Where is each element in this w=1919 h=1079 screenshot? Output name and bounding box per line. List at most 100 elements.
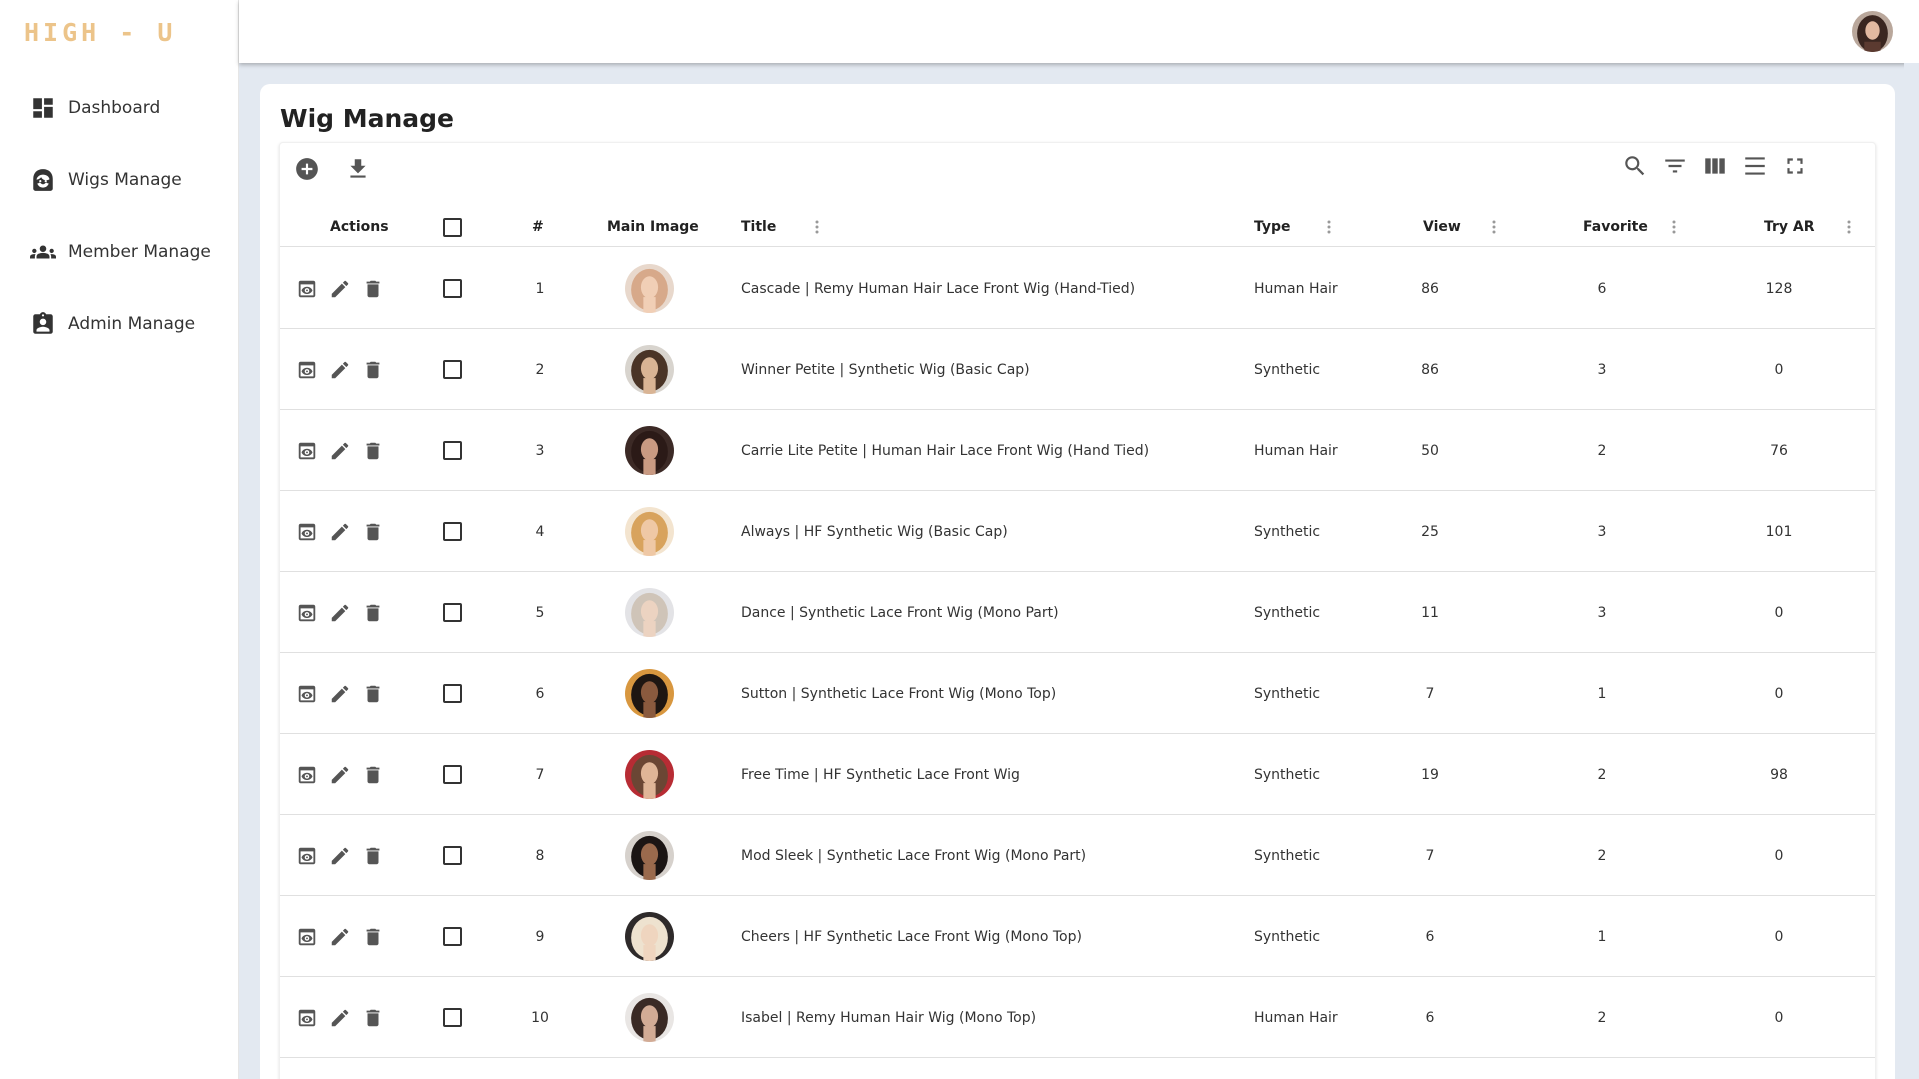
row-type: Human Hair [1254,280,1338,297]
row-actions [294,572,386,653]
delete-button[interactable] [360,600,386,626]
row-checkbox[interactable] [443,441,462,460]
wig-thumbnail[interactable] [625,264,674,313]
edit-button[interactable] [327,1005,353,1031]
favorite-column-menu[interactable] [1667,217,1681,237]
header-main-image[interactable]: Main Image [607,217,699,237]
header-try-ar[interactable]: Try AR [1764,217,1815,237]
delete-button[interactable] [360,762,386,788]
preview-eye-icon [298,442,316,459]
wig-thumbnail[interactable] [625,345,674,394]
view-column-menu[interactable] [1487,217,1501,237]
edit-button[interactable] [327,519,353,545]
preview-eye-icon [298,766,316,783]
page-scrollbar[interactable] [1904,63,1919,1079]
row-type: Human Hair [1254,1009,1338,1026]
row-image [625,329,674,410]
row-checkbox[interactable] [443,927,462,946]
delete-button[interactable] [360,276,386,302]
wig-thumbnail[interactable] [625,993,674,1042]
delete-button[interactable] [360,843,386,869]
edit-button[interactable] [327,357,353,383]
user-avatar[interactable] [1852,11,1893,52]
row-try-ar: 0 [1774,847,1784,864]
row-image [625,653,674,734]
export-button[interactable] [343,154,373,184]
more-vert-icon [1847,220,1851,234]
edit-button[interactable] [327,600,353,626]
header-title[interactable]: Title [741,217,776,237]
edit-button[interactable] [327,276,353,302]
try-ar-column-menu[interactable] [1842,217,1856,237]
view-button[interactable] [294,519,320,545]
edit-button[interactable] [327,681,353,707]
delete-button[interactable] [360,438,386,464]
table-row: 1 Cascade | Remy Human Hair Lace Front W… [280,248,1875,329]
wig-thumbnail[interactable] [625,507,674,556]
row-actions [294,248,386,329]
table-row: 2 Winner Petite | Synthetic Wig (Basic C… [280,329,1875,410]
admin-badge-icon [33,312,53,334]
type-column-menu[interactable] [1322,217,1336,237]
wig-thumbnail[interactable] [625,831,674,880]
view-button[interactable] [294,600,320,626]
row-image [625,734,674,815]
edit-button[interactable] [327,843,353,869]
select-all-checkbox[interactable] [443,218,462,237]
row-try-ar: 128 [1765,280,1793,297]
delete-button[interactable] [360,357,386,383]
row-checkbox[interactable] [443,1008,462,1027]
row-checkbox[interactable] [443,360,462,379]
view-button[interactable] [294,843,320,869]
view-button[interactable] [294,762,320,788]
header-favorite[interactable]: Favorite [1583,217,1648,237]
row-checkbox[interactable] [443,279,462,298]
row-checkbox[interactable] [443,846,462,865]
delete-button[interactable] [360,924,386,950]
wig-thumbnail[interactable] [625,588,674,637]
columns-button[interactable] [1700,151,1730,181]
view-button[interactable] [294,438,320,464]
delete-button[interactable] [360,519,386,545]
edit-button[interactable] [327,762,353,788]
sidebar-item-admin-manage[interactable]: Admin Manage [30,309,195,339]
table-header: Actions # Main Image Title Type View Fav… [280,217,1875,247]
header-view[interactable]: View [1423,217,1461,237]
sidebar-item-wigs-manage[interactable]: Wigs Manage [30,165,182,195]
fullscreen-button[interactable] [1780,151,1810,181]
view-button[interactable] [294,924,320,950]
trash-icon [366,847,380,864]
row-checkbox[interactable] [443,522,462,541]
brand-logo[interactable]: HIGH - U [24,18,176,47]
sidebar-item-member-manage[interactable]: Member Manage [30,237,211,267]
delete-button[interactable] [360,681,386,707]
wig-thumbnail[interactable] [625,426,674,475]
row-actions [294,896,386,977]
filter-button[interactable] [1660,151,1690,181]
add-wig-button[interactable] [292,154,322,184]
wig-thumbnail[interactable] [625,750,674,799]
columns-icon [1705,158,1725,174]
pencil-icon [331,280,349,297]
title-column-menu[interactable] [810,217,824,237]
row-checkbox[interactable] [443,765,462,784]
table-row: 8 Mod Sleek | Synthetic Lace Front Wig (… [280,815,1875,896]
row-checkbox[interactable] [443,603,462,622]
edit-button[interactable] [327,924,353,950]
edit-button[interactable] [327,438,353,464]
view-button[interactable] [294,1005,320,1031]
search-button[interactable] [1620,151,1650,181]
sidebar-item-dashboard[interactable]: Dashboard [30,93,160,123]
row-select [443,329,462,410]
view-button[interactable] [294,681,320,707]
delete-button[interactable] [360,1005,386,1031]
header-type[interactable]: Type [1254,217,1291,237]
view-button[interactable] [294,357,320,383]
row-select [443,572,462,653]
row-checkbox[interactable] [443,684,462,703]
density-button[interactable] [1740,151,1770,181]
wig-thumbnail[interactable] [625,669,674,718]
view-button[interactable] [294,276,320,302]
header-index[interactable]: # [532,217,544,237]
wig-thumbnail[interactable] [625,912,674,961]
